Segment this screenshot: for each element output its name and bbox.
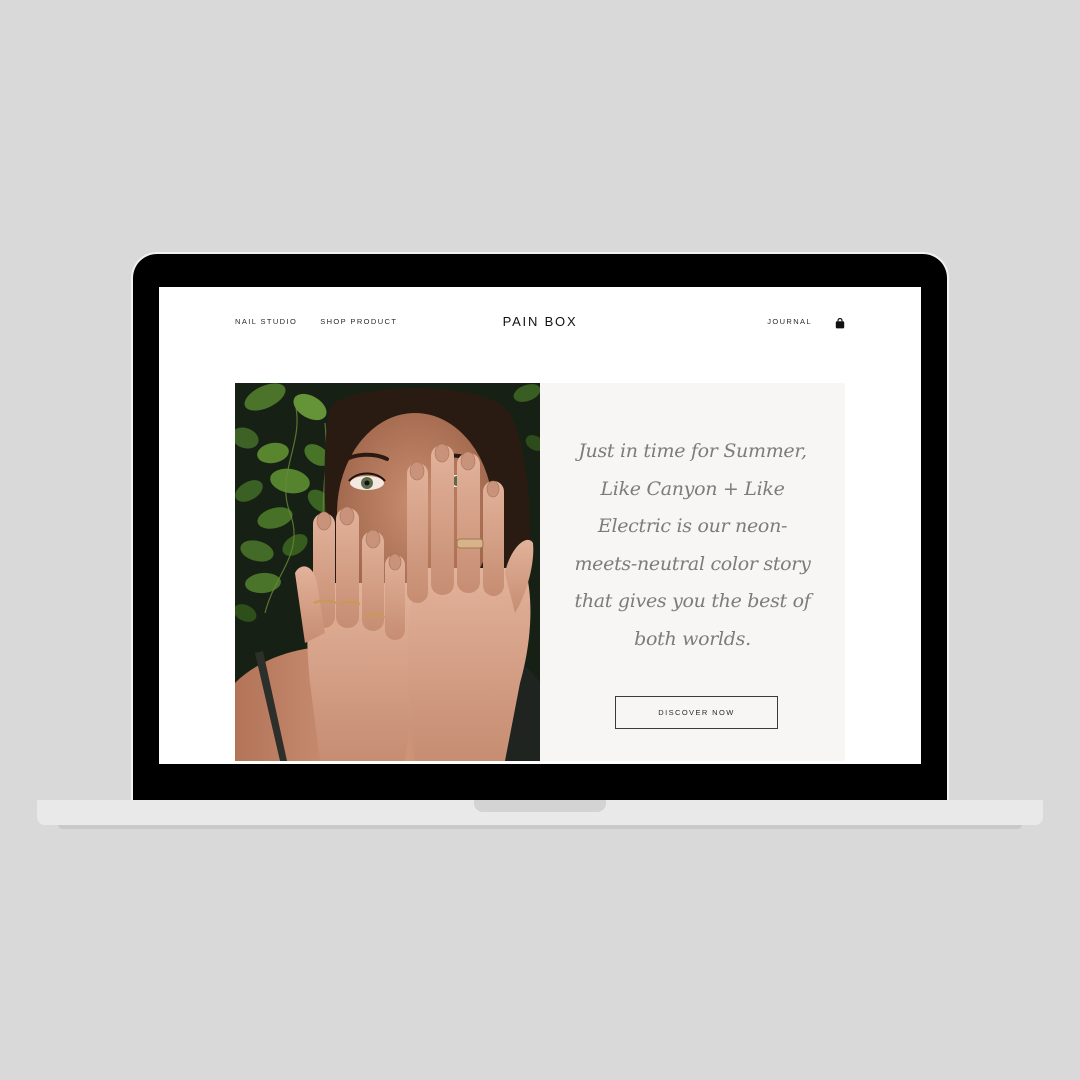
hero-tagline: Just in time for Summer, Like Canyon + L… bbox=[574, 440, 811, 650]
nav-right: JOURNAL bbox=[767, 316, 845, 329]
hero-panel: Just in time for Summer, Like Canyon + L… bbox=[540, 383, 845, 761]
shopping-bag-icon[interactable] bbox=[835, 316, 845, 329]
mockup-stage: NAIL STUDIO SHOP PRODUCT PAIN BOX JOURNA… bbox=[0, 0, 1080, 1080]
hero-photo bbox=[235, 383, 540, 761]
discover-now-button[interactable]: DISCOVER NOW bbox=[615, 696, 778, 729]
nav-left: NAIL STUDIO SHOP PRODUCT bbox=[235, 317, 397, 326]
laptop-notch bbox=[474, 800, 606, 812]
nav-shop-product[interactable]: SHOP PRODUCT bbox=[320, 317, 397, 326]
hero-section: Just in time for Summer, Like Canyon + L… bbox=[235, 383, 845, 761]
laptop-screen: NAIL STUDIO SHOP PRODUCT PAIN BOX JOURNA… bbox=[159, 287, 921, 764]
brand-logo[interactable]: PAIN BOX bbox=[503, 314, 578, 329]
nav-nail-studio[interactable]: NAIL STUDIO bbox=[235, 317, 297, 326]
nav-journal[interactable]: JOURNAL bbox=[767, 317, 812, 326]
laptop-base-shadow bbox=[58, 825, 1022, 829]
